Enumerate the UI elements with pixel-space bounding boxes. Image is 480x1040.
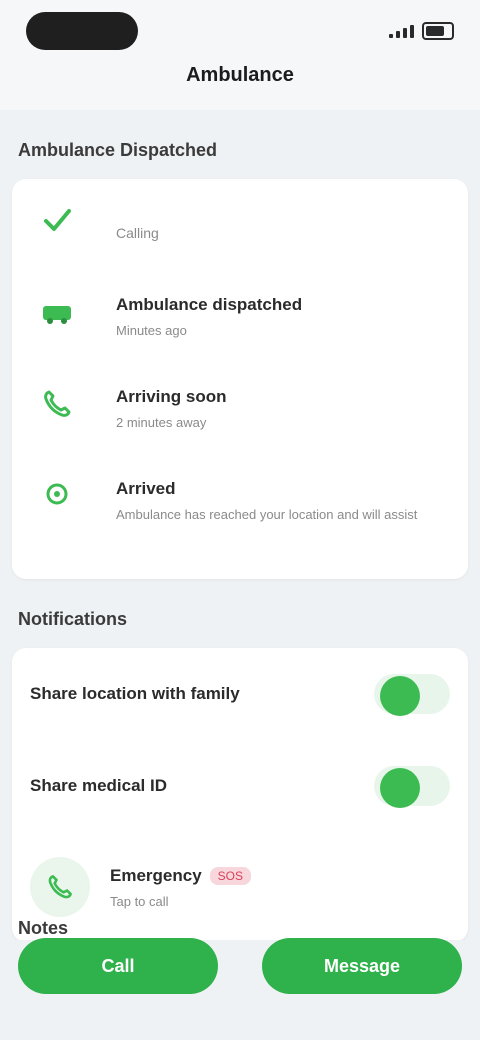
timeline-step: Ambulance dispatched Minutes ago: [30, 285, 450, 377]
page-title: Ambulance: [186, 64, 294, 86]
contact-tag: SOS: [209, 866, 252, 885]
step-title: Arrived: [116, 479, 176, 498]
call-button[interactable]: Call: [18, 938, 218, 994]
timeline-step: Arrived Ambulance has reached your locat…: [30, 469, 450, 561]
location-toggle[interactable]: [374, 674, 450, 716]
toggle-row-medical-id: Share medical ID: [12, 740, 468, 832]
location-icon: [30, 469, 84, 523]
step-subtitle: Ambulance has reached your location and …: [116, 507, 418, 522]
message-button[interactable]: Message: [262, 938, 462, 994]
step-title: Arriving soon: [116, 387, 227, 406]
dynamic-island: [26, 12, 138, 50]
toggle-label: Share medical ID: [30, 776, 168, 795]
toggle-label: Share location with family: [30, 684, 240, 703]
timeline-section-title: Ambulance Dispatched: [18, 140, 218, 160]
step-title: Ambulance dispatched: [116, 295, 303, 314]
contact-name: Emergency: [110, 865, 202, 885]
toggle-knob: [380, 676, 420, 716]
status-bar: Ambulance: [0, 0, 480, 110]
check-icon: [30, 193, 84, 247]
timeline-card: Calling Ambulance dispatched Minutes ago…: [12, 179, 468, 579]
phone-icon: [30, 377, 84, 431]
notes-section-title: Notes: [18, 918, 69, 938]
step-title: Calling: [116, 225, 159, 241]
ambulance-icon: [30, 285, 84, 339]
toggle-knob: [380, 768, 420, 808]
medical-id-toggle[interactable]: [374, 766, 450, 808]
signal-icon: [389, 24, 414, 38]
toggle-row-location: Share location with family: [12, 648, 468, 740]
step-subtitle: 2 minutes away: [116, 415, 207, 430]
status-icons: [389, 22, 454, 40]
action-bar: Call Message: [0, 938, 480, 1040]
battery-icon: [422, 22, 454, 40]
phone-icon: [30, 857, 90, 917]
contact-subtitle: Tap to call: [110, 893, 169, 909]
settings-card: Share location with family Share medical…: [12, 648, 468, 942]
step-subtitle: Minutes ago: [116, 323, 187, 338]
timeline-step: Calling: [30, 193, 450, 285]
settings-section-title: Notifications: [18, 609, 128, 629]
timeline-step: Arriving soon 2 minutes away: [30, 377, 450, 469]
